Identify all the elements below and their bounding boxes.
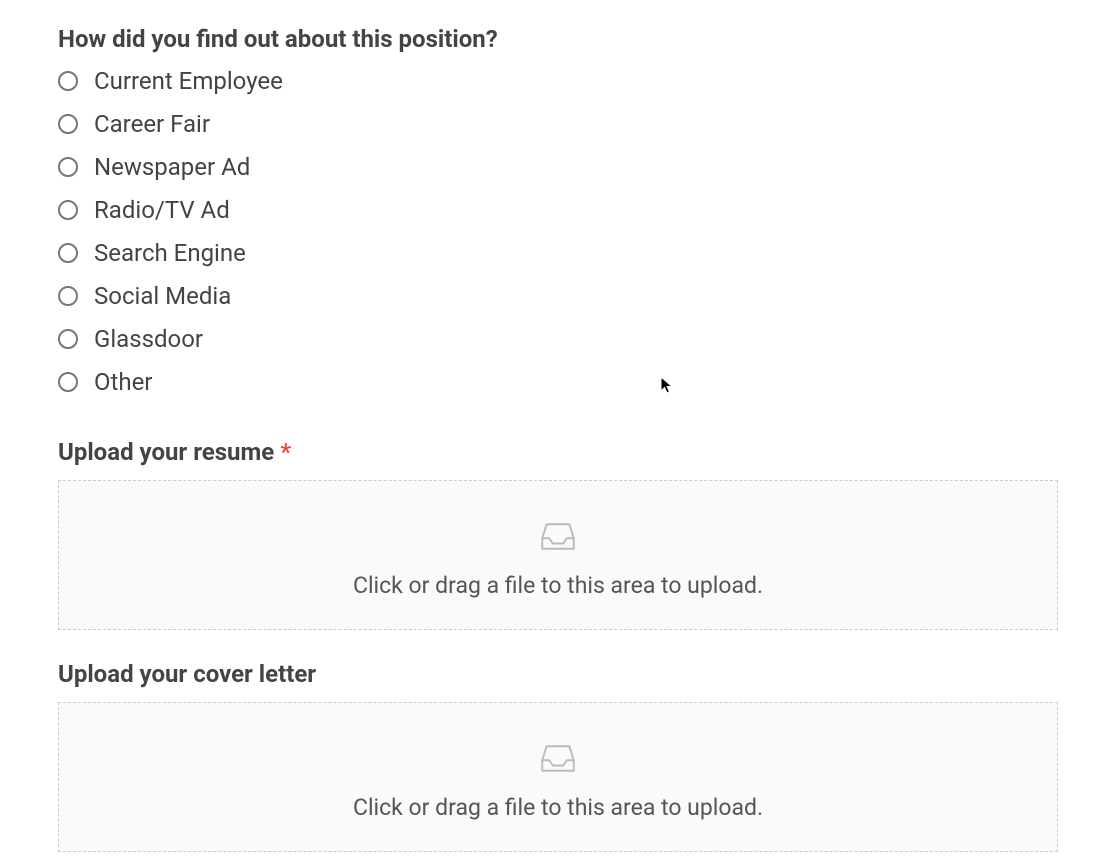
source-radio-group: Current Employee Career Fair Newspaper A… [58, 69, 1058, 394]
radio-item-radio-tv-ad[interactable]: Radio/TV Ad [58, 198, 1058, 222]
source-question-label: How did you find out about this position… [58, 24, 1058, 55]
radio-item-social-media[interactable]: Social Media [58, 284, 1058, 308]
cover-letter-label-text: Upload your cover letter [58, 660, 316, 688]
resume-upload-section: Upload your resume * Click or drag a fil… [58, 438, 1058, 630]
resume-dropzone-text: Click or drag a file to this area to upl… [353, 572, 763, 599]
radio-label: Social Media [94, 284, 231, 308]
cover-letter-dropzone[interactable]: Click or drag a file to this area to upl… [58, 702, 1058, 852]
radio-item-search-engine[interactable]: Search Engine [58, 241, 1058, 265]
radio-input[interactable] [58, 286, 78, 306]
radio-input[interactable] [58, 200, 78, 220]
radio-label: Other [94, 370, 152, 394]
resume-label-text: Upload your resume [58, 438, 280, 466]
radio-input[interactable] [58, 157, 78, 177]
cover-letter-dropzone-text: Click or drag a file to this area to upl… [353, 794, 763, 821]
radio-label: Search Engine [94, 241, 246, 265]
radio-label: Current Employee [94, 69, 283, 93]
radio-label: Radio/TV Ad [94, 198, 230, 222]
required-indicator: * [280, 438, 291, 466]
resume-dropzone[interactable]: Click or drag a file to this area to upl… [58, 480, 1058, 630]
radio-item-other[interactable]: Other [58, 370, 1058, 394]
cover-letter-upload-label: Upload your cover letter [58, 660, 1058, 688]
radio-label: Glassdoor [94, 327, 203, 351]
radio-input[interactable] [58, 329, 78, 349]
radio-item-career-fair[interactable]: Career Fair [58, 112, 1058, 136]
radio-item-glassdoor[interactable]: Glassdoor [58, 327, 1058, 351]
radio-item-current-employee[interactable]: Current Employee [58, 69, 1058, 93]
resume-upload-label: Upload your resume * [58, 438, 1058, 466]
radio-input[interactable] [58, 243, 78, 263]
radio-input[interactable] [58, 114, 78, 134]
radio-input[interactable] [58, 71, 78, 91]
radio-input[interactable] [58, 372, 78, 392]
inbox-icon [537, 734, 579, 776]
radio-label: Newspaper Ad [94, 155, 250, 179]
radio-item-newspaper-ad[interactable]: Newspaper Ad [58, 155, 1058, 179]
application-form: How did you find out about this position… [0, 24, 1116, 852]
cover-letter-upload-section: Upload your cover letter Click or drag a… [58, 660, 1058, 852]
inbox-icon [537, 512, 579, 554]
source-question-group: How did you find out about this position… [58, 24, 1058, 394]
radio-label: Career Fair [94, 112, 210, 136]
